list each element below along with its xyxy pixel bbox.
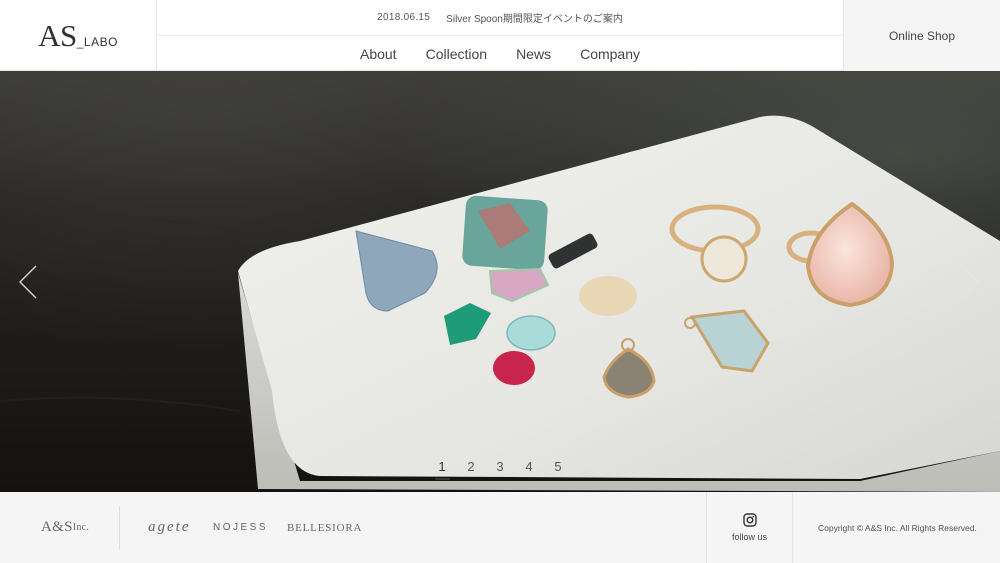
online-shop-button[interactable]: Online Shop bbox=[843, 0, 1000, 71]
slide-dot-2[interactable]: 2 bbox=[457, 459, 486, 480]
prev-slide-arrow[interactable] bbox=[16, 264, 40, 300]
hero-image bbox=[0, 115, 1000, 492]
hero-slider: 1 2 3 4 5 bbox=[0, 71, 1000, 492]
nav-about[interactable]: About bbox=[360, 46, 397, 62]
news-date: 2018.06.15 bbox=[377, 12, 431, 23]
next-slide-arrow[interactable] bbox=[958, 264, 982, 300]
slide-dot-3[interactable]: 3 bbox=[486, 459, 515, 480]
follow-us-label: follow us bbox=[731, 532, 767, 542]
nav-company[interactable]: Company bbox=[580, 46, 640, 62]
nav-news[interactable]: News bbox=[516, 46, 551, 62]
slide-dot-1[interactable]: 1 bbox=[428, 459, 457, 480]
nav-collection[interactable]: Collection bbox=[426, 46, 487, 62]
slide-dot-5[interactable]: 5 bbox=[544, 459, 573, 480]
site-logo: AS_LABO bbox=[38, 17, 118, 53]
news-ticker[interactable]: 2018.06.15 Silver Spoon期間限定イベントのご案内 bbox=[157, 0, 843, 36]
brand-agete-link[interactable]: agete bbox=[148, 492, 190, 563]
main-nav: About Collection News Company bbox=[157, 36, 843, 71]
copyright-text: Copyright © A&S Inc. All Rights Reserved… bbox=[818, 522, 977, 533]
logo-link[interactable]: AS_LABO bbox=[0, 0, 157, 71]
brand-as-inc-link[interactable]: A&S Inc. bbox=[41, 492, 89, 563]
site-header: AS_LABO 2018.06.15 Silver Spoon期間限定イベントの… bbox=[0, 0, 1000, 71]
instagram-link[interactable]: follow us bbox=[706, 492, 793, 563]
slide-pagination: 1 2 3 4 5 bbox=[0, 459, 1000, 480]
instagram-icon bbox=[742, 513, 757, 527]
brand-nojess-link[interactable]: NOJESS bbox=[213, 492, 268, 563]
brand-divider bbox=[119, 506, 120, 549]
brand-bellesiora-link[interactable]: BELLESIORA bbox=[287, 492, 362, 563]
header-center: 2018.06.15 Silver Spoon期間限定イベントのご案内 Abou… bbox=[157, 0, 843, 71]
news-title[interactable]: Silver Spoon期間限定イベントのご案内 bbox=[446, 10, 623, 25]
site-footer: A&S Inc. agete NOJESS BELLESIORA follow u… bbox=[0, 492, 1000, 563]
slide-dot-4[interactable]: 4 bbox=[515, 459, 544, 480]
